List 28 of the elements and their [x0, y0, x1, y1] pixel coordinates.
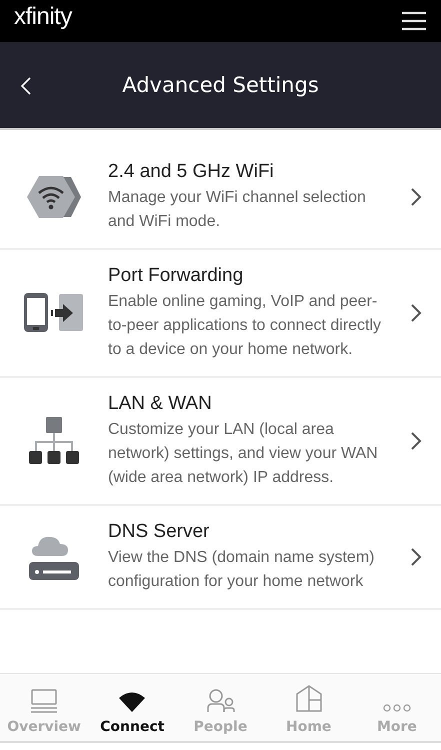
item-title: DNS Server	[108, 520, 210, 544]
item-description: Manage your WiFi channel selection and WiFi mode.	[108, 188, 367, 232]
item-description: View the DNS (domain name system) configuration for your home network	[108, 548, 376, 592]
item-title: 2.4 and 5 GHz WiFi	[108, 160, 275, 184]
wifi-hexagon-icon	[25, 173, 83, 221]
page-title: Advanced Settings	[122, 73, 319, 97]
monitor-icon	[30, 689, 58, 713]
item-description: Enable online gaming, VoIP and peer-to-peer applications to connect directly to a device on your home network.	[108, 292, 382, 360]
more-icon	[382, 703, 412, 713]
network-tree-icon	[28, 415, 80, 467]
settings-item[interactable]: 2.4 and 5 GHz WiFi Manage your WiFi channel selection and WiFi mode.	[0, 146, 441, 250]
wifi-icon	[118, 691, 146, 713]
item-title: LAN & WAN	[108, 392, 213, 416]
settings-item[interactable]: Port Forwarding Enable online gaming, VoIP and peer-to-peer applications to connect directly to a device on your home network.	[0, 250, 441, 378]
item-title: Port Forwarding	[108, 264, 244, 288]
item-description: Customize your LAN (local area network) settings, and view your WAN (wide area network) IP address.	[108, 420, 379, 488]
house-icon	[294, 685, 323, 713]
settings-item[interactable]: LAN & WAN Customize your LAN (local area network) settings, and view your WAN (wide area network) IP address.	[0, 378, 441, 506]
chevron-right-icon	[410, 547, 422, 567]
tab[interactable]: Connect	[88, 674, 176, 741]
logo[interactable]: xfinity	[14, 3, 72, 31]
settings-item[interactable]: DNS Server View the DNS (domain name system) configuration for your home network	[0, 506, 441, 610]
chevron-right-icon	[410, 431, 422, 451]
menu-icon[interactable]	[401, 11, 427, 31]
chevron-right-icon	[410, 187, 422, 207]
people-icon	[206, 689, 236, 713]
phone-arrow-icon	[23, 293, 85, 333]
chevron-right-icon	[410, 303, 422, 323]
